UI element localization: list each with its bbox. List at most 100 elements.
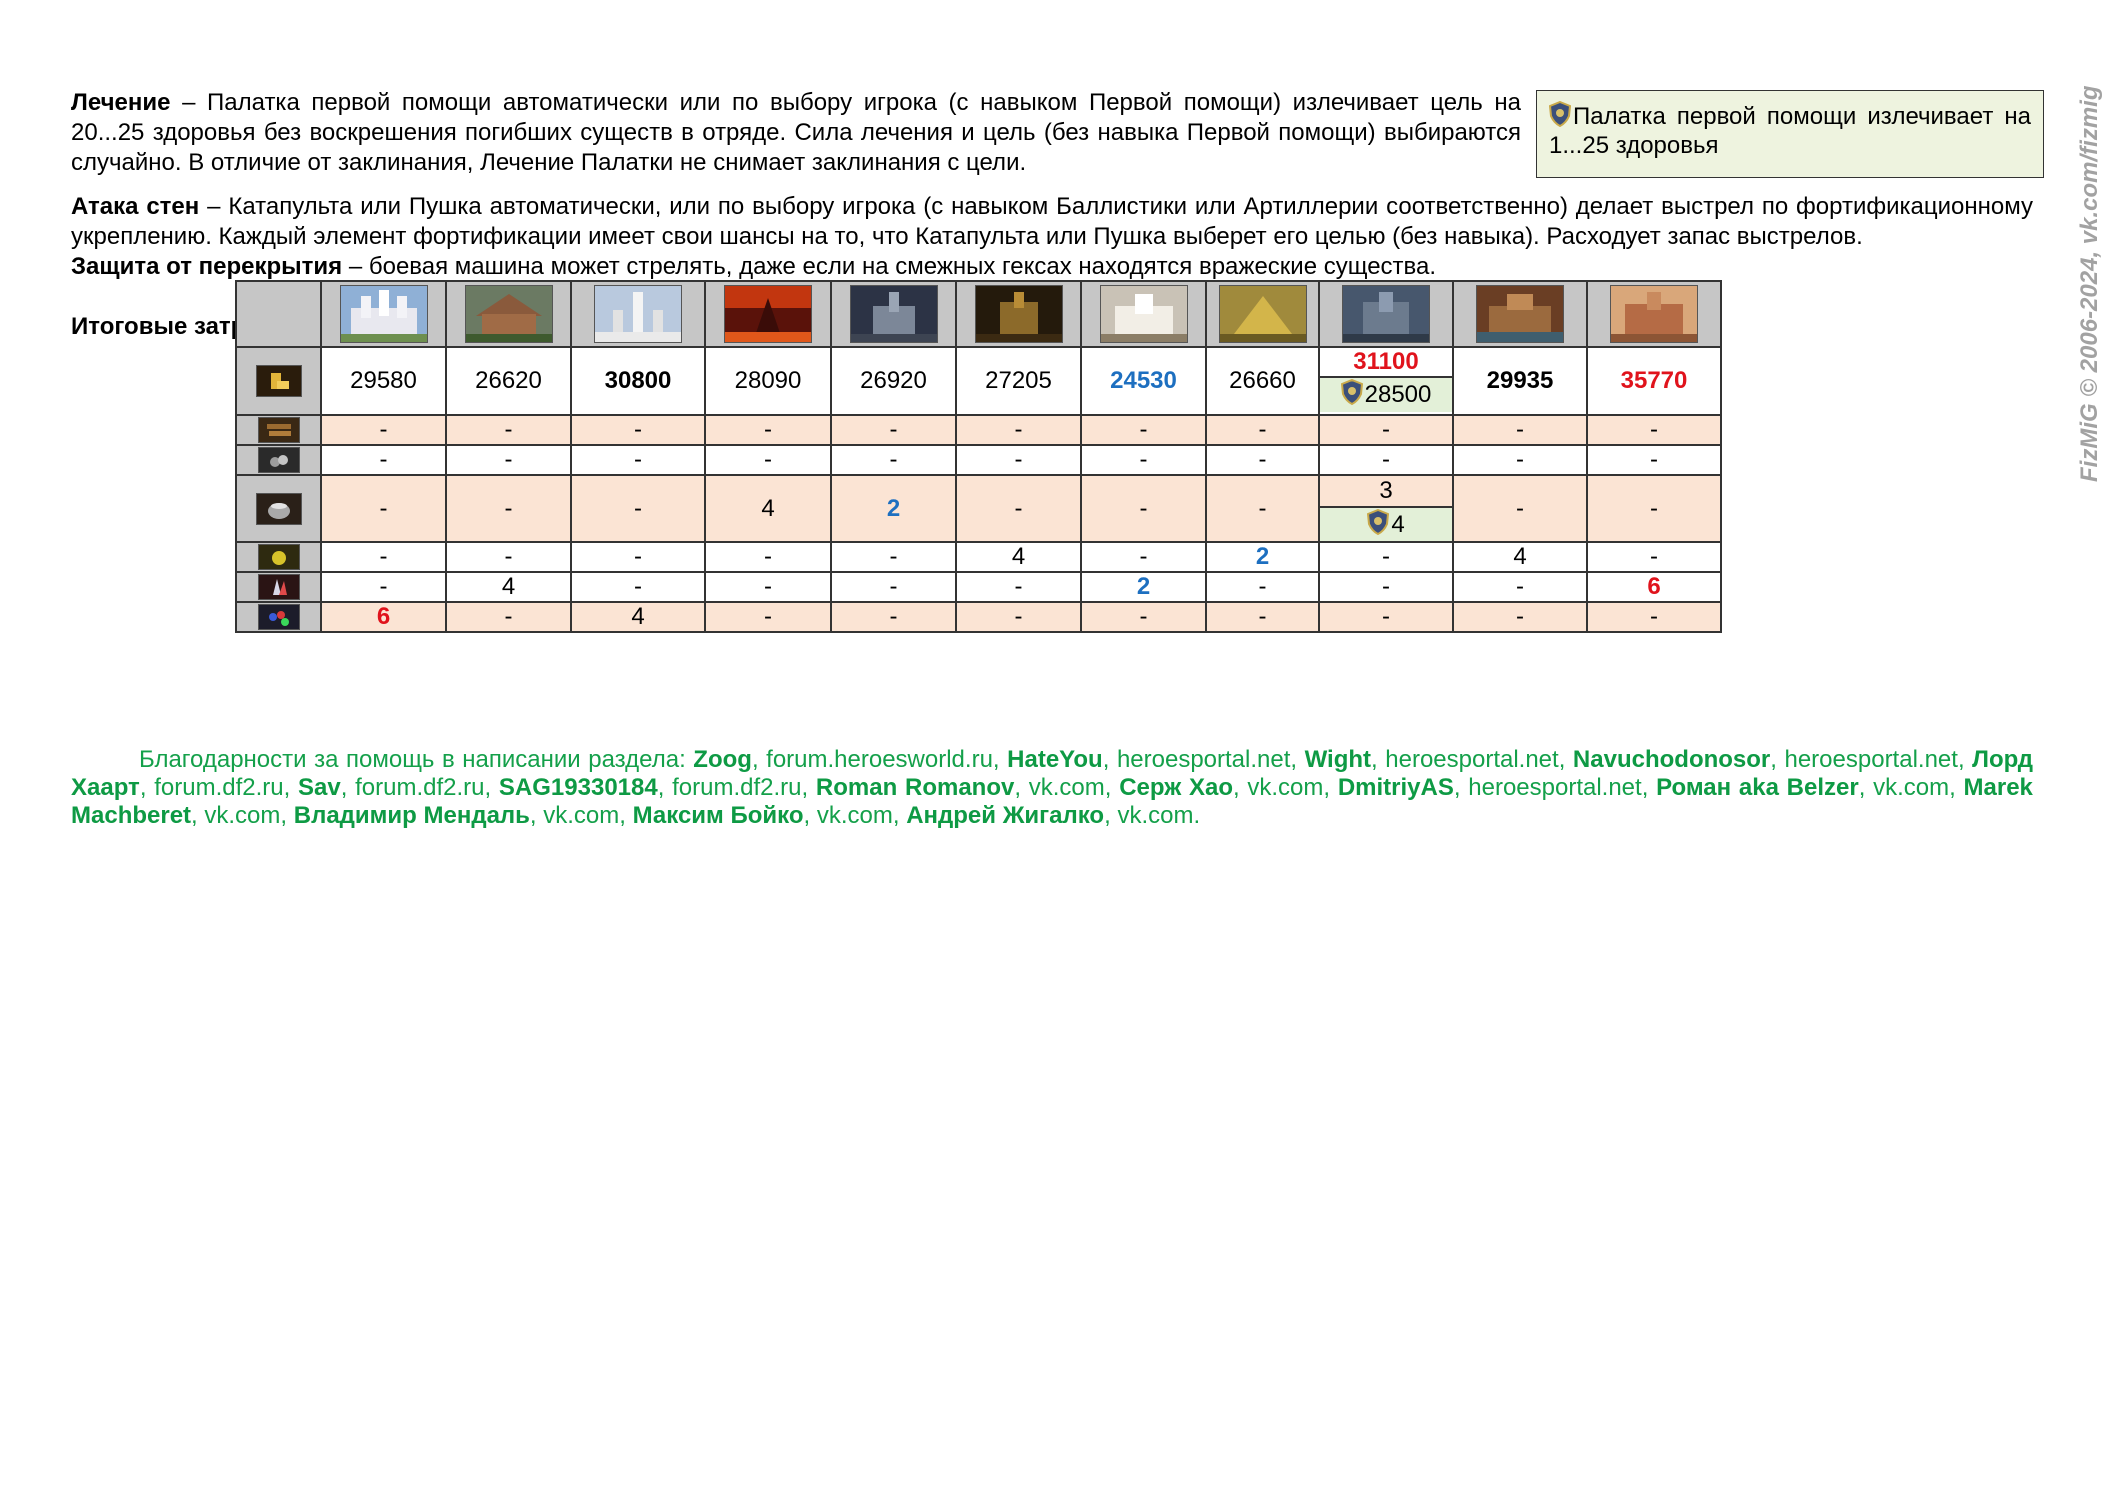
gold-dungeon: 27205	[955, 346, 1082, 416]
crystal-fortress: -	[1205, 571, 1320, 603]
crystal-cell	[235, 571, 322, 603]
mercury-factory: -	[1586, 474, 1722, 543]
crystal-conflux: -	[1318, 571, 1454, 603]
ore-conflux: -	[1318, 444, 1454, 476]
fortress-town-icon	[1218, 285, 1307, 343]
gold-rampart: 26620	[445, 346, 572, 416]
town-header-row	[235, 280, 1722, 348]
watermark-text: FizMiG © 2006-2024, vk.com/fizmig	[2076, 85, 2103, 483]
ore-cell	[235, 444, 322, 476]
thanks-site: forum.df2.ru	[355, 774, 485, 801]
gold-inferno: 28090	[704, 346, 832, 416]
thanks-site: heroesportal.net	[1385, 746, 1559, 773]
gold-conflux: 31100 28500	[1318, 346, 1454, 416]
sulfur-factory: -	[1586, 541, 1722, 573]
thanks-site: vk.com	[543, 802, 620, 829]
thanks-site: forum.heroesworld.ru	[766, 746, 993, 773]
ore-icon	[257, 447, 300, 473]
thanks-name: Роман aka Belzer	[1656, 774, 1859, 801]
mercury-conflux-expert-value: 4	[1391, 511, 1405, 538]
gold-cove: 29935	[1452, 346, 1588, 416]
thanks-name: Sav	[298, 774, 341, 801]
sulfur-rampart: -	[445, 541, 572, 573]
wood-cove: -	[1452, 414, 1588, 446]
thanks-name: Wight	[1304, 746, 1372, 773]
crystal-icon	[257, 574, 300, 600]
crystal-row: - 4 - - - - 2 - - - 6	[235, 571, 1722, 603]
wall-attack-text: – Катапульта или Пушка автоматически, ил…	[71, 193, 2033, 250]
thanks-name: SAG19330184	[498, 774, 658, 801]
town-dungeon	[955, 280, 1082, 348]
healing-text: – Палатка первой помощи автоматически ил…	[71, 89, 1521, 176]
ore-cove: -	[1452, 444, 1588, 476]
wood-castle: -	[320, 414, 447, 446]
thanks-name: Владимир Мендаль	[293, 802, 530, 829]
mercury-castle: -	[320, 474, 447, 543]
gold-fortress: 26660	[1205, 346, 1320, 416]
sulfur-icon	[257, 544, 300, 570]
gems-tower: 4	[570, 601, 706, 633]
mercury-tower: -	[570, 474, 706, 543]
wood-dungeon: -	[955, 414, 1082, 446]
thanks-name: Максим Бойко	[632, 802, 804, 829]
town-factory	[1586, 280, 1722, 348]
mercury-fortress: -	[1205, 474, 1320, 543]
gold-conflux-expert-value: 28500	[1364, 381, 1432, 408]
stronghold-town-icon	[1099, 285, 1188, 343]
sulfur-tower: -	[570, 541, 706, 573]
town-castle	[320, 280, 447, 348]
factory-town-icon	[1610, 285, 1698, 343]
mercury-cell	[235, 474, 322, 543]
gems-rampart: -	[445, 601, 572, 633]
gold-factory: 35770	[1586, 346, 1722, 416]
gold-stronghold: 24530	[1080, 346, 1207, 416]
healing-paragraph: Лечение – Палатка первой помощи автомати…	[71, 88, 1521, 178]
thanks-name: Navuchodonosor	[1572, 746, 1771, 773]
healing-section: Лечение – Палатка первой помощи автомати…	[71, 88, 2044, 178]
acknowledgements: Благодарности за помощь в написании разд…	[71, 746, 2033, 829]
wood-necropolis: -	[830, 414, 957, 446]
town-inferno	[704, 280, 832, 348]
cove-town-icon	[1476, 285, 1564, 343]
ore-castle: -	[320, 444, 447, 476]
mercury-dungeon: -	[955, 474, 1082, 543]
wall-attack-term: Атака стен	[71, 193, 200, 220]
thanks-site: heroesportal.net	[1468, 774, 1642, 801]
mercury-conflux-expert: 4	[1320, 508, 1452, 541]
sulfur-castle: -	[320, 541, 447, 573]
wall-attack-paragraph: Атака стен – Катапульта или Пушка автома…	[71, 192, 2033, 252]
thanks-name: Zoog	[693, 746, 752, 773]
crystal-cove: -	[1452, 571, 1588, 603]
wood-cell	[235, 414, 322, 446]
town-stronghold	[1080, 280, 1207, 348]
sulfur-stronghold: -	[1080, 541, 1207, 573]
gems-factory: -	[1586, 601, 1722, 633]
ore-inferno: -	[704, 444, 832, 476]
ore-dungeon: -	[955, 444, 1082, 476]
thanks-name: HateYou	[1007, 746, 1103, 773]
crystal-factory: 6	[1586, 571, 1722, 603]
gems-fortress: -	[1205, 601, 1320, 633]
wood-conflux: -	[1318, 414, 1454, 446]
gems-necropolis: -	[830, 601, 957, 633]
gold-tower: 30800	[570, 346, 706, 416]
crystal-stronghold: 2	[1080, 571, 1207, 603]
gems-castle: 6	[320, 601, 447, 633]
gems-cell	[235, 601, 322, 633]
sulfur-dungeon: 4	[955, 541, 1082, 573]
thanks-site: vk.com	[204, 802, 281, 829]
wood-icon	[257, 417, 300, 443]
first-aid-note: Палатка первой помощи излечивает на 1...…	[1536, 90, 2044, 178]
wood-fortress: -	[1205, 414, 1320, 446]
sulfur-necropolis: -	[830, 541, 957, 573]
thanks-name: Серж Хао	[1119, 774, 1233, 801]
thanks-name: Roman Romanov	[815, 774, 1015, 801]
mercury-rampart: -	[445, 474, 572, 543]
inferno-town-icon	[724, 285, 812, 343]
wood-row: - - - - - - - - - - -	[235, 414, 1722, 446]
ore-tower: -	[570, 444, 706, 476]
wood-tower: -	[570, 414, 706, 446]
gems-stronghold: -	[1080, 601, 1207, 633]
expert-shield-icon	[1549, 101, 1571, 127]
thanks-name: DmitriyAS	[1337, 774, 1454, 801]
